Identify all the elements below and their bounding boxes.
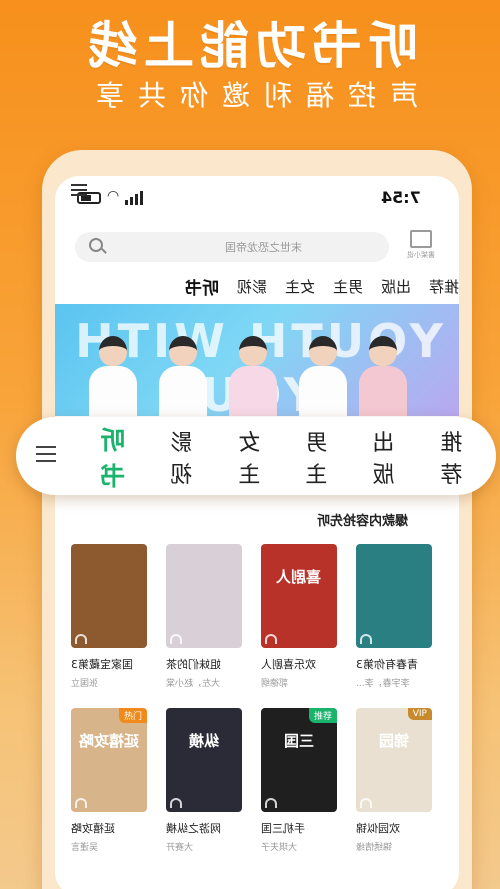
banner-person — [85, 336, 141, 416]
search-icon — [89, 238, 103, 252]
promo-subline: 声控福利邀你共享 — [81, 79, 418, 112]
tab-publish[interactable]: 出版 — [381, 276, 411, 297]
cover-badge: 热门 — [118, 708, 147, 723]
book-cover: 热门延禧攻略 — [71, 708, 147, 812]
menu-icon[interactable] — [71, 184, 87, 196]
banner-person — [155, 336, 211, 416]
tab-female[interactable]: 女主 — [217, 425, 260, 489]
signal-icon — [125, 191, 145, 205]
promo-headline: 听书功能上线 — [82, 17, 418, 75]
book-author: 锦绣情缘 — [356, 843, 393, 853]
headphones-icon — [75, 798, 87, 808]
status-bar: ◠ 7:54 — [55, 188, 459, 210]
book-title: 延禧攻略 — [71, 822, 115, 835]
headphones-icon — [360, 634, 372, 644]
book-cover — [356, 544, 432, 648]
cover-title-art: 喜剧人 — [276, 568, 322, 586]
book-title: 欢园似锦 — [356, 822, 400, 835]
book-card[interactable]: 青春有你第3 李宇春，李... — [356, 544, 440, 689]
book-card[interactable]: 推荐三国手机三国大琪夫子 — [261, 708, 345, 853]
book-author: 郭德纲 — [261, 679, 289, 689]
banner-person — [295, 336, 351, 416]
banner-person — [355, 336, 411, 416]
cover-title-art: 纵横 — [188, 732, 219, 750]
cover-badge: VIP — [407, 708, 432, 720]
search-placeholder: 末世之恐龙帝国 — [225, 241, 302, 254]
wifi-icon: ◠ — [107, 188, 120, 204]
status-time: 7:54 — [381, 188, 421, 207]
search-input[interactable]: 末世之恐龙帝国 — [75, 232, 389, 262]
bookshelf-caption: 書架小说 — [407, 251, 435, 259]
book-card[interactable]: 喜剧人欢乐喜剧人郭德纲 — [261, 544, 345, 689]
menu-icon[interactable] — [36, 446, 56, 462]
headphones-icon — [170, 798, 182, 808]
tab-publish[interactable]: 出版 — [351, 425, 395, 489]
book-card[interactable]: 热门 延禧攻略 延禧攻略 吴谨言 — [71, 708, 155, 853]
category-tabs-small: 推荐 出版 男主 女主 影视 听书 — [55, 272, 459, 300]
tab-male[interactable]: 男主 — [333, 276, 363, 297]
book-cover — [166, 544, 242, 648]
headphones-icon — [75, 634, 87, 644]
promo-banner[interactable]: YOUTH WITH YOU — [55, 304, 459, 416]
book-icon — [410, 230, 432, 248]
book-title: 国家宝藏第3 — [71, 658, 133, 671]
tab-male[interactable]: 男主 — [284, 425, 327, 489]
section-title: 爆款内容抢先听 — [317, 514, 409, 529]
banner-person — [225, 336, 281, 416]
book-author: 吴谨言 — [71, 843, 99, 853]
tab-recommend[interactable]: 推荐 — [429, 276, 459, 297]
book-author: 大赛开 — [166, 843, 194, 853]
headphones-icon — [360, 798, 372, 808]
book-author: 张国立 — [71, 679, 99, 689]
cover-badge: 推荐 — [308, 708, 337, 723]
book-title: 手机三国 — [261, 822, 305, 835]
book-cover — [71, 544, 147, 648]
book-author: 大左，赵小棠 — [166, 679, 221, 689]
book-card[interactable]: 姐妹们的茶大左，赵小棠 — [166, 544, 250, 689]
cover-title-art: 延禧攻略 — [78, 732, 139, 750]
book-title: 姐妹们的茶 — [166, 658, 221, 671]
book-title: 欢乐喜剧人 — [261, 658, 316, 671]
book-title: 网游之纵横 — [166, 822, 221, 835]
tab-film[interactable]: 影视 — [237, 276, 267, 297]
tab-audiobook[interactable]: 听书 — [185, 274, 219, 299]
book-cover: 推荐三国 — [261, 708, 337, 812]
book-card[interactable]: 纵横网游之纵横大赛开 — [166, 708, 250, 853]
book-cover: 喜剧人 — [261, 544, 337, 648]
book-author: 大琪夫子 — [261, 843, 298, 853]
tab-film[interactable]: 影视 — [149, 425, 193, 489]
app-screen: ◠ 7:54 末世之恐龙帝国 書架小说 推荐 出版 男主 女主 影视 听书 YO… — [55, 176, 459, 889]
book-card[interactable]: VIP 锦园欢园似锦锦绣情缘 — [356, 708, 440, 853]
book-card[interactable]: 国家宝藏第3 张国立 — [71, 544, 155, 689]
book-title: 青春有你第3 — [356, 658, 418, 671]
book-cover: 纵横 — [166, 708, 242, 812]
cover-title-art: 锦园 — [378, 732, 409, 750]
book-author: 李宇春，李... — [356, 679, 410, 689]
headphones-icon — [265, 798, 277, 808]
category-tabs-magnified: 听书 影视 女主 男主 出版 推荐 — [16, 417, 496, 495]
bookshelf-button[interactable]: 書架小说 — [403, 230, 439, 264]
tab-audiobook[interactable]: 听书 — [76, 421, 125, 493]
headphones-icon — [170, 634, 182, 644]
tab-female[interactable]: 女主 — [285, 276, 315, 297]
book-cover: VIP 锦园 — [356, 708, 432, 812]
headphones-icon — [265, 634, 277, 644]
tab-recommend[interactable]: 推荐 — [419, 425, 462, 489]
cover-title-art: 三国 — [283, 732, 314, 750]
